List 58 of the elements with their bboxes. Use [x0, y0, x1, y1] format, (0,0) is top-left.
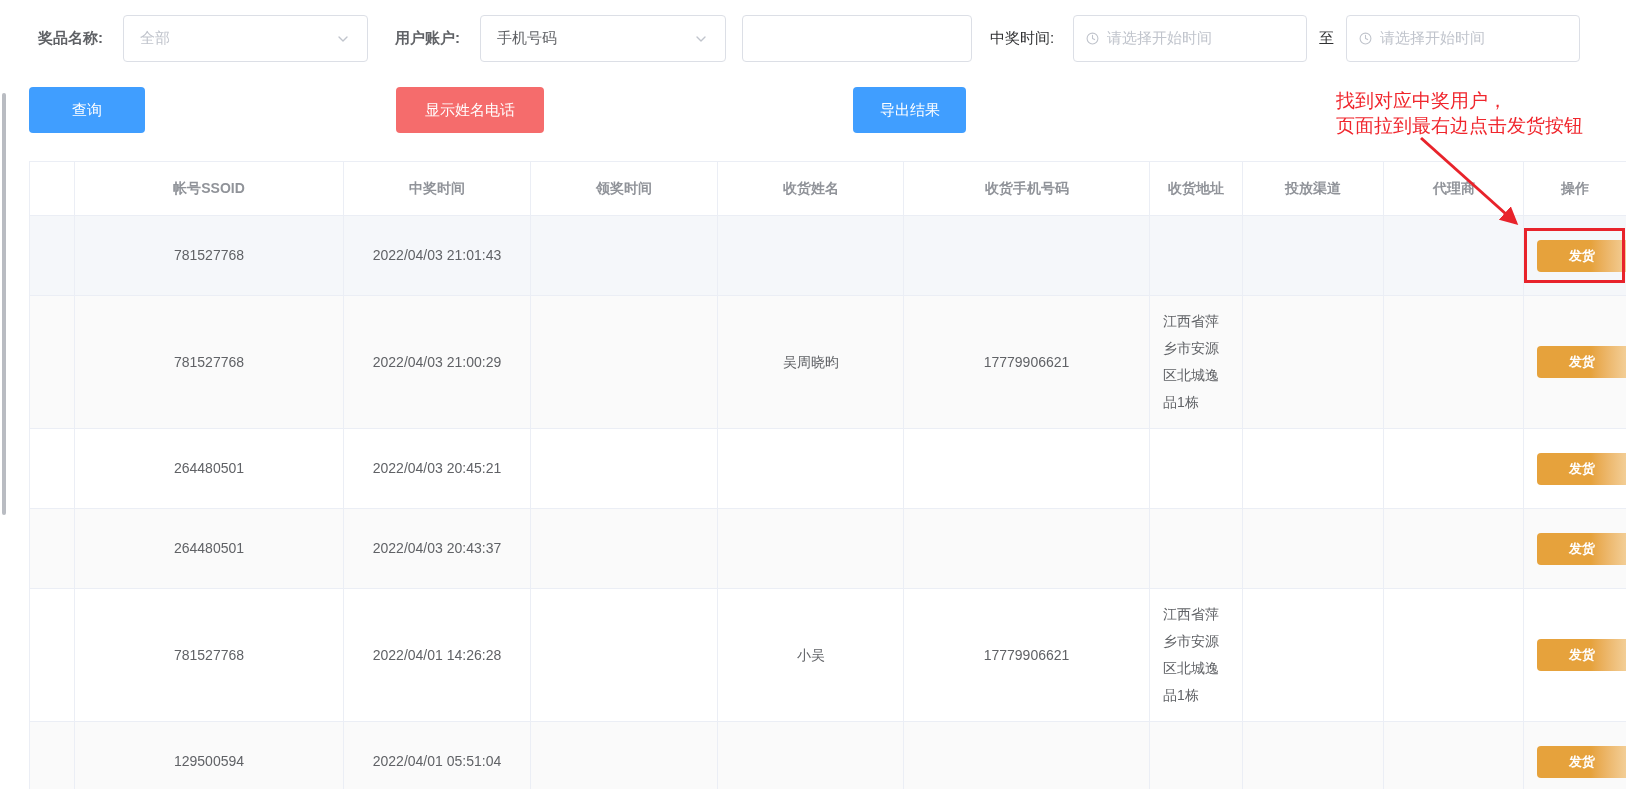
ship-button[interactable]: 发货 — [1537, 745, 1626, 778]
date-field[interactable]: 请选择开始时间 — [1073, 15, 1307, 62]
action-button[interactable]: 显示姓名电话 — [396, 87, 544, 133]
range-separator: 至 — [1318, 28, 1335, 49]
table-cell-text: 江西省萍乡市安源区北城逸品1栋 — [1163, 605, 1220, 705]
table-cell-text: 264480501 — [173, 459, 245, 478]
table-cell-text: 2022/04/03 20:43:37 — [372, 539, 502, 558]
scrollbar[interactable] — [2, 93, 6, 515]
annotation-text: 页面拉到最右边点击发货按钮 — [1336, 114, 1583, 138]
table-cell-text: 781527768 — [173, 645, 245, 665]
date-input[interactable]: 请选择开始时间 — [1107, 27, 1287, 50]
clock-icon — [1359, 32, 1372, 45]
ship-button[interactable]: 发货 — [1537, 239, 1626, 272]
win-time-label: 中奖时间: — [990, 28, 1056, 49]
table-cell-text: 129500594 — [173, 752, 245, 771]
table-row[interactable]: 781527768 2022/04/03 21:00:29 吴周晓昀 17779906621 江西省萍乡市安源区北城逸品1栋 发货 — [30, 296, 1626, 429]
ship-button[interactable]: 发货 — [1537, 639, 1626, 671]
select-field[interactable]: 全部 — [123, 15, 368, 62]
action-button[interactable]: 导出结果 — [853, 87, 966, 133]
column-header: 中奖时间 — [344, 162, 531, 215]
table-row[interactable]: 129500594 2022/04/01 05:51:04 发货 — [30, 722, 1626, 789]
column-header: 代理商 — [1384, 162, 1524, 215]
table-cell-text: 781527768 — [173, 246, 245, 265]
table-row[interactable]: 781527768 2022/04/01 14:26:28 小吴 17779906621 江西省萍乡市安源区北城逸品1栋 发货 — [30, 589, 1626, 722]
date-field[interactable]: 请选择开始时间 — [1346, 15, 1580, 62]
table-cell-text: 2022/04/03 21:01:43 — [372, 246, 502, 265]
table-cell-text: 2022/04/01 14:26:28 — [372, 645, 502, 665]
annotation-text: 找到对应中奖用户， — [1336, 89, 1507, 113]
select-field[interactable]: 手机号码 — [480, 15, 726, 62]
column-header: 领奖时间 — [531, 162, 718, 215]
column-header: 帐号SSOID — [75, 162, 344, 215]
ship-button[interactable]: 发货 — [1537, 532, 1626, 565]
table-cell-text: 2022/04/01 05:51:04 — [372, 752, 502, 771]
table-cell-text: 吴周晓昀 — [782, 352, 839, 372]
column-header: 收货姓名 — [718, 162, 904, 215]
clock-icon — [1086, 32, 1099, 45]
ship-button[interactable]: 发货 — [1537, 346, 1626, 378]
table-row[interactable]: 264480501 2022/04/03 20:43:37 发货 — [30, 509, 1626, 589]
table-cell-text: 江西省萍乡市安源区北城逸品1栋 — [1163, 312, 1220, 412]
table-cell-text: 小吴 — [796, 645, 825, 665]
action-button[interactable]: 查询 — [29, 87, 145, 133]
date-input[interactable]: 请选择开始时间 — [1380, 27, 1560, 50]
prize-name-label: 奖品名称: — [38, 28, 104, 49]
table-cell-text: 17779906621 — [983, 645, 1070, 665]
table-row[interactable]: 781527768 2022/04/03 21:01:43 发货 — [30, 216, 1626, 296]
table-cell-text: 2022/04/03 21:00:29 — [372, 352, 502, 372]
column-header: 收货地址 — [1150, 162, 1243, 215]
user-account-label: 用户账户: — [395, 28, 461, 49]
table-cell-text: 264480501 — [173, 539, 245, 558]
column-header: 操作 — [1524, 162, 1626, 215]
table-cell-text: 17779906621 — [983, 352, 1070, 372]
ship-button[interactable]: 发货 — [1537, 452, 1626, 485]
table-cell-text: 781527768 — [173, 352, 245, 372]
table-row[interactable]: 264480501 2022/04/03 20:45:21 发货 — [30, 429, 1626, 509]
column-header: 投放渠道 — [1243, 162, 1384, 215]
account-input[interactable] — [742, 15, 972, 62]
column-header: 收货手机号码 — [904, 162, 1150, 215]
table-cell-text: 2022/04/03 20:45:21 — [372, 459, 502, 478]
